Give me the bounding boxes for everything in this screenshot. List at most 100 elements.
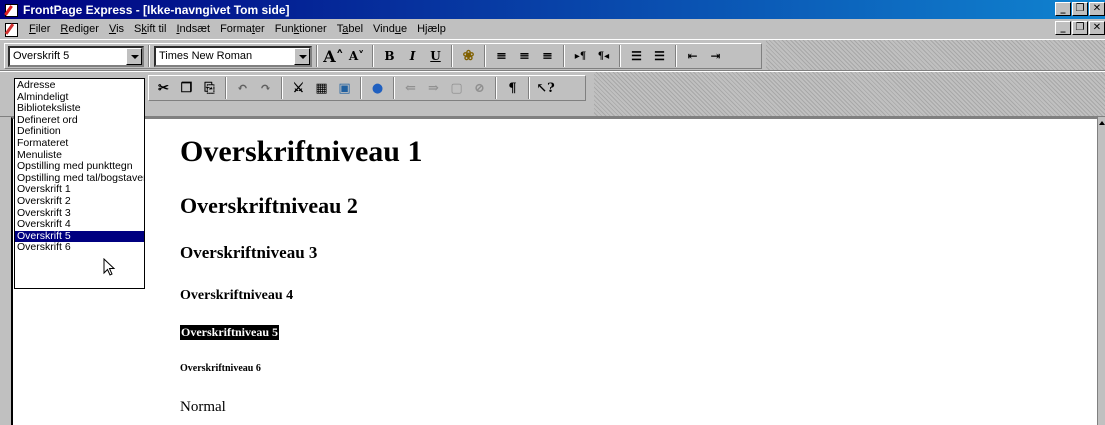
format-toolbar: Overskrift 5 Times New Roman A˄ A˅ B I U… xyxy=(0,39,1105,71)
show-paragraph-marks-icon[interactable]: ¶ xyxy=(501,77,524,99)
style-option[interactable]: Opstilling med punkttegn xyxy=(15,161,144,173)
underline-icon[interactable]: U xyxy=(424,45,447,67)
insert-table-icon[interactable]: ▦ xyxy=(310,77,333,99)
font-combo-arrow-icon[interactable] xyxy=(294,47,310,65)
standard-toolbar-panel: ✂ ❐ ⎘ ↶ ↷ ⚔ ▦ ▣ ● ⇐ ⇒ ▢ ⊘ ¶ ↖? xyxy=(148,75,586,101)
align-left-icon[interactable]: ≡ xyxy=(490,45,513,67)
right-to-left-icon[interactable]: ¶◂ xyxy=(592,45,615,67)
heading-level-1[interactable]: Overskriftniveau 1 xyxy=(180,135,422,169)
toolbar-separator xyxy=(451,45,453,67)
window-title: FrontPage Express - [Ikke-navngivet Tom … xyxy=(23,2,290,17)
menu-item-indsæt[interactable]: Indsæt xyxy=(171,23,215,35)
stop-icon[interactable]: ⊘ xyxy=(468,77,491,99)
standard-toolbar: ✂ ❐ ⎘ ↶ ↷ ⚔ ▦ ▣ ● ⇐ ⇒ ▢ ⊘ ¶ ↖? xyxy=(0,71,1105,117)
menu-item-filer[interactable]: Filer xyxy=(24,23,55,35)
toolbar-separator xyxy=(393,77,395,99)
style-option[interactable]: Overskrift 6 xyxy=(15,242,144,254)
font-combo[interactable]: Times New Roman xyxy=(154,45,312,67)
menu-item-skift-til[interactable]: Skift til xyxy=(129,23,171,35)
style-option[interactable]: Overskrift 5 xyxy=(15,230,144,243)
minimize-icon[interactable]: _ xyxy=(1055,2,1071,16)
document-window-controls: _ ❐ ✕ xyxy=(1054,21,1105,35)
style-option[interactable]: Biblioteksliste xyxy=(15,103,144,115)
insert-image-icon[interactable]: ▣ xyxy=(333,77,356,99)
undo-icon[interactable]: ↶ xyxy=(231,77,254,99)
style-option[interactable]: Overskrift 2 xyxy=(15,196,144,208)
style-option[interactable]: Adresse xyxy=(15,80,144,92)
style-combo[interactable]: Overskrift 5 xyxy=(8,45,144,67)
decrease-indent-icon[interactable]: ⇤ xyxy=(681,45,704,67)
vertical-scrollbar[interactable] xyxy=(1097,117,1105,425)
toolbar-separator xyxy=(484,45,486,67)
increase-indent-icon[interactable]: ⇥ xyxy=(704,45,727,67)
heading-level-2[interactable]: Overskriftniveau 2 xyxy=(180,193,358,219)
style-option[interactable]: Menuliste xyxy=(15,150,144,162)
style-option[interactable]: Overskrift 1 xyxy=(15,184,144,196)
insert-webbot-icon[interactable]: ⚔ xyxy=(287,77,310,99)
toolbar-background xyxy=(766,40,1105,70)
title-bar: FrontPage Express - [Ikke-navngivet Tom … xyxy=(0,0,1105,19)
menu-item-hjælp[interactable]: Hjælp xyxy=(412,23,451,35)
normal-paragraph[interactable]: Normal xyxy=(180,399,226,416)
menu-item-vindue[interactable]: Vindue xyxy=(368,23,412,35)
toolbar-separator xyxy=(675,45,677,67)
doc-restore-icon[interactable]: ❐ xyxy=(1072,21,1088,35)
style-combo-arrow-icon[interactable] xyxy=(126,47,142,65)
restore-icon[interactable]: ❐ xyxy=(1072,2,1088,16)
toolbar-separator xyxy=(563,45,565,67)
toolbar-separator xyxy=(148,45,150,67)
back-icon[interactable]: ⇐ xyxy=(399,77,422,99)
toolbar-separator xyxy=(495,77,497,99)
refresh-icon[interactable]: ▢ xyxy=(445,77,468,99)
font-combo-value: Times New Roman xyxy=(159,50,253,62)
doc-minimize-icon[interactable]: _ xyxy=(1055,21,1071,35)
document-icon[interactable] xyxy=(4,22,18,37)
style-option[interactable]: Almindeligt xyxy=(15,92,144,104)
bold-icon[interactable]: B xyxy=(378,45,401,67)
frontpage-app-icon[interactable] xyxy=(4,3,18,17)
style-option[interactable]: Formateret xyxy=(15,138,144,150)
forward-icon[interactable]: ⇒ xyxy=(422,77,445,99)
text-color-icon[interactable]: ❀ xyxy=(457,45,480,67)
heading-level-3[interactable]: Overskriftniveau 3 xyxy=(180,243,317,263)
window-controls: _ ❐ ✕ xyxy=(1054,2,1105,16)
menu-bar: Filer Rediger Vis Skift til Indsæt Formater Fu… xyxy=(0,19,1105,39)
style-option[interactable]: Overskrift 3 xyxy=(15,208,144,220)
heading-level-5-selected[interactable]: Overskriftniveau 5 xyxy=(180,325,279,340)
left-to-right-icon[interactable]: ▸¶ xyxy=(569,45,592,67)
menu-item-rediger[interactable]: Rediger xyxy=(55,23,104,35)
heading-level-6[interactable]: Overskriftniveau 6 xyxy=(180,363,261,374)
menu-item-tabel[interactable]: Tabel xyxy=(332,23,368,35)
toolbar-background xyxy=(594,72,1105,116)
style-option[interactable]: Definition xyxy=(15,126,144,138)
style-option[interactable]: Overskrift 4 xyxy=(15,219,144,231)
paste-icon[interactable]: ⎘ xyxy=(198,77,221,99)
align-center-icon[interactable]: ≡ xyxy=(513,45,536,67)
help-pointer-icon[interactable]: ↖? xyxy=(534,77,557,99)
style-dropdown-list[interactable]: Adresse Almindeligt Biblioteksliste Definer… xyxy=(14,78,145,289)
copy-icon[interactable]: ❐ xyxy=(175,77,198,99)
document-editor[interactable]: Overskriftniveau 1 Overskriftniveau 2 Ov… xyxy=(11,117,1100,425)
menu-item-funktioner[interactable]: Funktioner xyxy=(270,23,332,35)
align-right-icon[interactable]: ≡ xyxy=(536,45,559,67)
doc-close-icon[interactable]: ✕ xyxy=(1089,21,1105,35)
redo-icon[interactable]: ↷ xyxy=(254,77,277,99)
menu-item-vis[interactable]: Vis xyxy=(104,23,129,35)
menu-items: Filer Rediger Vis Skift til Indsæt Formater Fu… xyxy=(24,23,451,35)
italic-icon[interactable]: I xyxy=(401,45,424,67)
heading-level-4[interactable]: Overskriftniveau 4 xyxy=(180,288,293,304)
increase-font-size-icon[interactable]: A˄ xyxy=(322,45,345,67)
cut-icon[interactable]: ✂ xyxy=(152,77,175,99)
menu-item-formater[interactable]: Formater xyxy=(215,23,270,35)
toolbar-separator xyxy=(316,45,318,67)
style-option[interactable]: Opstilling med tal/bogstaver xyxy=(15,173,144,185)
toolbar-separator xyxy=(372,45,374,67)
mouse-pointer-icon xyxy=(103,258,116,276)
bulleted-list-icon[interactable]: ☰ xyxy=(648,45,671,67)
decrease-font-size-icon[interactable]: A˅ xyxy=(345,45,368,67)
toolbar-separator xyxy=(281,77,283,99)
hyperlink-icon[interactable]: ● xyxy=(366,77,389,99)
close-icon[interactable]: ✕ xyxy=(1089,2,1105,16)
style-option[interactable]: Defineret ord xyxy=(15,115,144,127)
numbered-list-icon[interactable]: ☰ xyxy=(625,45,648,67)
